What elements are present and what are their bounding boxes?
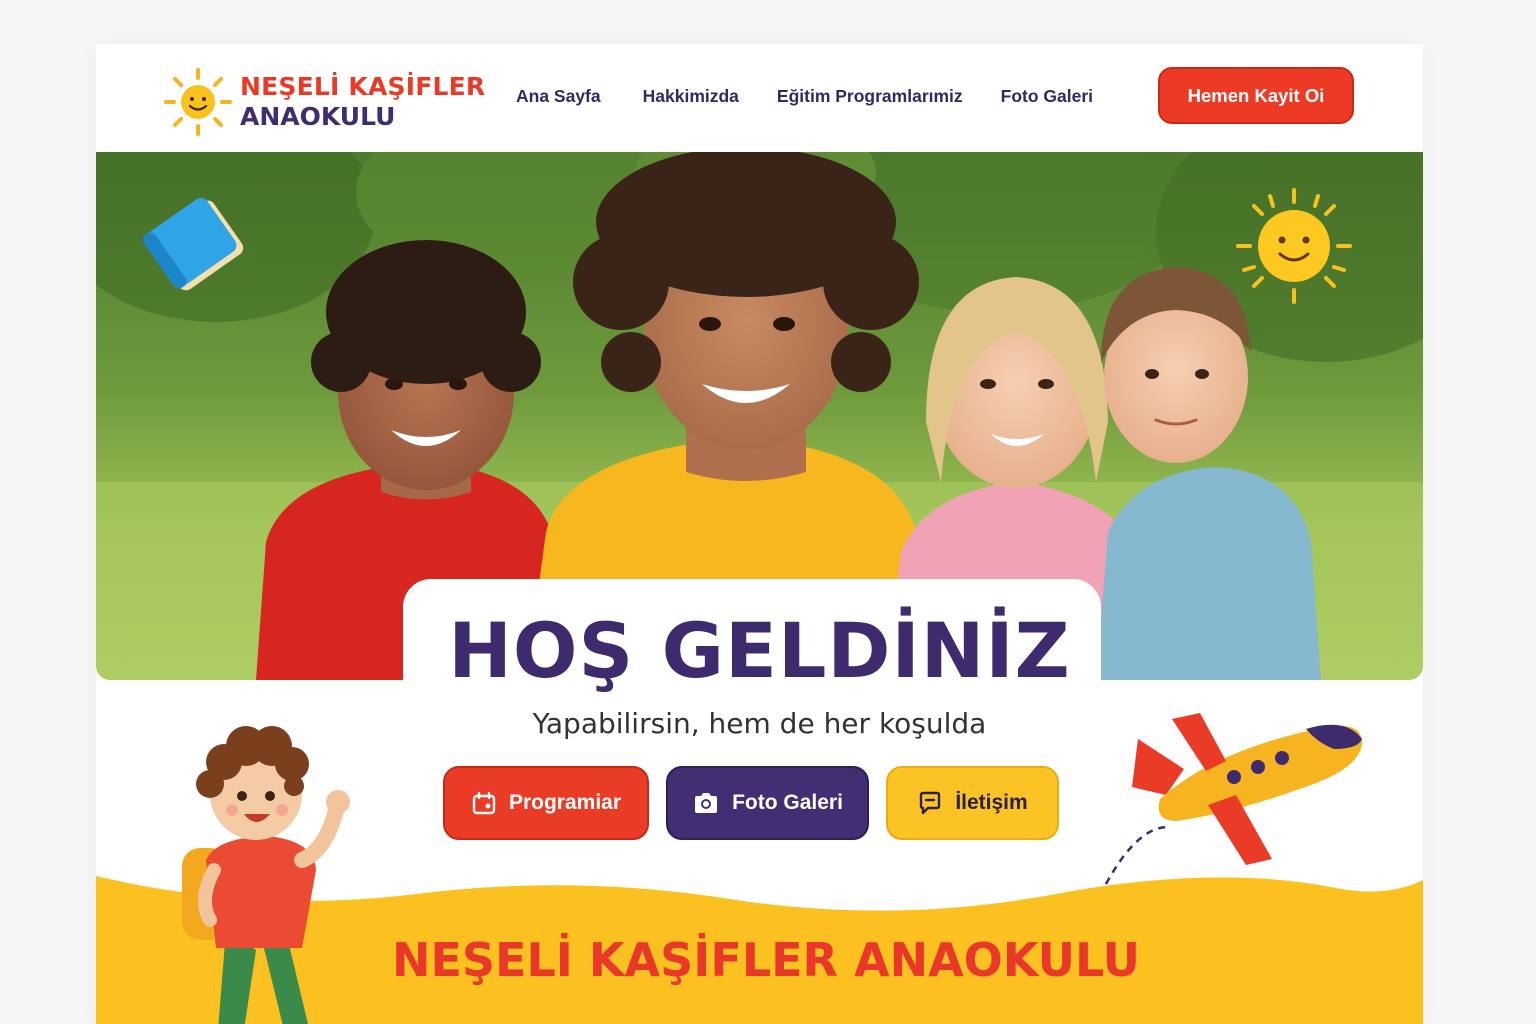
sun-decoration-icon: [1236, 188, 1352, 304]
welcome-title: HOŞ GELDİNİZ: [448, 606, 1071, 695]
nav-item-gallery[interactable]: Foto Galeri: [1001, 84, 1093, 108]
programs-button[interactable]: Programiar: [443, 766, 649, 840]
gallery-button-label: Foto Galeri: [732, 791, 843, 814]
calendar-icon: [472, 791, 496, 815]
nav-item-programs[interactable]: Eğitim Programlarımiz: [777, 84, 963, 108]
logo-text: NEŞELİ KAŞİFLER ANAOKULU: [240, 72, 485, 132]
programs-button-label: Programiar: [508, 791, 622, 814]
contact-button[interactable]: İletişim: [886, 766, 1059, 840]
logo-line-2: ANAOKULU: [240, 102, 396, 131]
logo-line-1: NEŞELİ KAŞİFLER: [240, 72, 486, 101]
gallery-button[interactable]: Foto Galeri: [666, 766, 869, 840]
register-button[interactable]: Hemen Kayit Oi: [1158, 67, 1354, 124]
camera-icon: [695, 793, 718, 813]
chat-icon: [920, 791, 941, 815]
main-nav: Ana Sayfa Hakkimizda Eğitim Programlarım…: [516, 84, 1131, 108]
site-logo[interactable]: NEŞELİ KAŞİFLER ANAOKULU: [162, 66, 485, 138]
airplane-illustration: [1104, 713, 1363, 885]
nav-item-about[interactable]: Hakkimizda: [643, 84, 739, 108]
contact-button-label: İletişim: [955, 791, 1028, 814]
site-header: NEŞELİ KAŞİFLER ANAOKULU Ana Sayfa Hakki…: [96, 44, 1423, 152]
page: NEŞELİ KAŞİFLER ANAOKULU Ana Sayfa Hakki…: [96, 44, 1423, 1024]
cartoon-boy-illustration: [182, 726, 350, 1024]
sun-face-icon: [164, 68, 232, 136]
book-icon: [142, 197, 244, 291]
nav-item-home[interactable]: Ana Sayfa: [516, 84, 601, 108]
